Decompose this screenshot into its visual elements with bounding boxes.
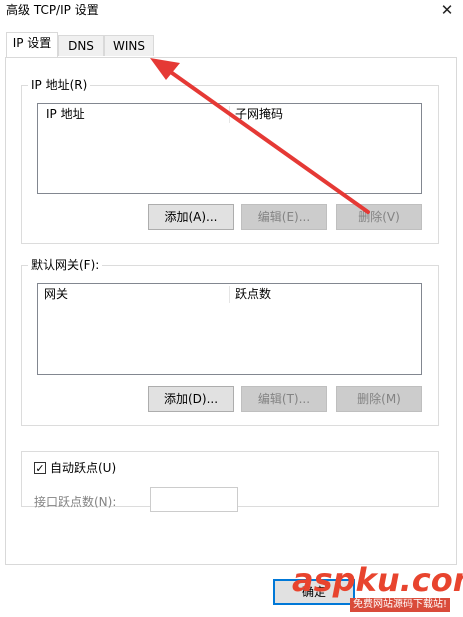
automatic-metric-checkbox[interactable]: ✓: [34, 462, 46, 474]
interface-metric-input[interactable]: [150, 487, 238, 512]
title-bar: 高级 TCP/IP 设置 ✕: [0, 0, 463, 30]
default-gateway-group: 默认网关(F): 网关 跃点数 添加(D)... 编辑(T)... 删除(M): [21, 257, 439, 426]
column-header-subnet-mask[interactable]: 子网掩码: [235, 104, 283, 125]
ip-address-list[interactable]: IP 地址 子网掩码: [37, 103, 422, 194]
gateway-delete-button[interactable]: 删除(M): [336, 386, 422, 412]
tab-dns[interactable]: DNS: [58, 35, 104, 56]
ip-address-group-label: IP 地址(R): [28, 77, 91, 93]
site-watermark: aspku.com 免费网站源码下载站!: [292, 560, 463, 617]
default-gateway-list-header: 网关 跃点数: [38, 284, 421, 305]
window-title: 高级 TCP/IP 设置: [6, 3, 99, 17]
gateway-add-button[interactable]: 添加(D)...: [148, 386, 234, 412]
ip-address-list-header: IP 地址 子网掩码: [38, 104, 421, 125]
default-gateway-group-label: 默认网关(F):: [28, 257, 103, 273]
interface-metric-label: 接口跃点数(N):: [34, 495, 117, 509]
ip-add-button[interactable]: 添加(A)...: [148, 204, 234, 230]
default-gateway-list[interactable]: 网关 跃点数: [37, 283, 422, 375]
tab-wins[interactable]: WINS: [104, 35, 154, 56]
column-separator: [229, 286, 230, 303]
close-icon[interactable]: ✕: [431, 0, 463, 22]
column-separator: [229, 106, 230, 123]
column-header-metric[interactable]: 跃点数: [235, 284, 271, 305]
gateway-edit-button[interactable]: 编辑(T)...: [241, 386, 327, 412]
ip-address-group: IP 地址(R) IP 地址 子网掩码 添加(A)... 编辑(E)... 删除…: [21, 77, 439, 244]
ip-edit-button[interactable]: 编辑(E)...: [241, 204, 327, 230]
advanced-tcpip-settings-dialog: 高级 TCP/IP 设置 ✕ IP 设置 DNS WINS IP 地址(R) I…: [0, 0, 463, 617]
ip-delete-button[interactable]: 删除(V): [336, 204, 422, 230]
automatic-metric-label[interactable]: 自动跃点(U): [50, 460, 116, 476]
tab-ip-settings[interactable]: IP 设置: [6, 32, 58, 57]
tab-strip: IP 设置 DNS WINS: [0, 32, 463, 58]
watermark-logo: aspku.com: [292, 561, 463, 599]
automatic-metric-group: ✓ 自动跃点(U) 接口跃点数(N):: [21, 451, 439, 512]
column-header-ip-address[interactable]: IP 地址: [46, 104, 85, 125]
watermark-subtitle: 免费网站源码下载站!: [350, 598, 451, 612]
column-header-gateway[interactable]: 网关: [44, 284, 68, 305]
ip-settings-panel: IP 地址(R) IP 地址 子网掩码 添加(A)... 编辑(E)... 删除…: [5, 57, 457, 565]
